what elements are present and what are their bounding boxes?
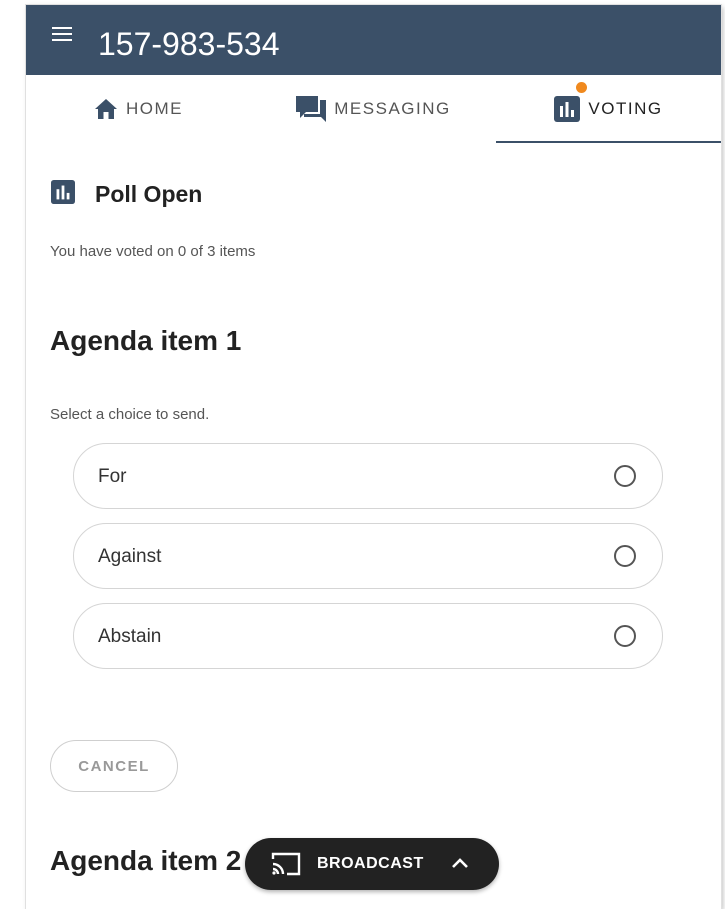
tab-voting-label: VOTING	[588, 99, 663, 118]
choice-against[interactable]: Against	[73, 523, 663, 589]
poll-status-text: Poll Open	[95, 181, 203, 207]
home-icon	[94, 98, 118, 120]
tab-home-label: HOME	[126, 99, 183, 118]
choice-for[interactable]: For	[73, 443, 663, 509]
agenda-item-title: Agenda item 1	[50, 325, 242, 356]
vote-progress-text: You have voted on 0 of 3 items	[50, 243, 256, 260]
cancel-button[interactable]: CANCEL	[50, 740, 178, 792]
broadcast-button[interactable]: BROADCAST	[245, 838, 499, 890]
next-agenda-item-title: Agenda item 2	[50, 845, 242, 876]
tab-messaging-label: MESSAGING	[334, 99, 451, 118]
tab-bar: HOME MESSAGING VOTING	[26, 75, 721, 143]
app-window: 157-983-534 HOME MESSAGING VOTING Poll O…	[26, 5, 721, 909]
choice-label: For	[98, 466, 127, 487]
broadcast-label: BROADCAST	[317, 855, 424, 872]
chevron-up-icon	[451, 856, 469, 874]
chat-icon	[296, 96, 327, 122]
meeting-id-title: 157-983-534	[98, 26, 280, 62]
choice-hint: Select a choice to send.	[50, 406, 210, 423]
cast-icon	[271, 852, 301, 881]
poll-icon	[554, 96, 581, 122]
tab-home[interactable]: HOME	[26, 75, 251, 143]
choice-label: Abstain	[98, 626, 162, 647]
radio-button[interactable]	[614, 545, 636, 567]
poll-status: Poll Open	[51, 180, 202, 209]
tab-voting[interactable]: VOTING	[496, 75, 721, 143]
hamburger-menu-icon[interactable]	[52, 27, 72, 43]
choice-label: Against	[98, 546, 162, 567]
notification-dot	[576, 82, 587, 93]
tab-messaging[interactable]: MESSAGING	[251, 75, 496, 143]
app-header: 157-983-534	[26, 5, 721, 75]
radio-button[interactable]	[614, 465, 636, 487]
radio-button[interactable]	[614, 625, 636, 647]
poll-icon	[51, 180, 75, 209]
choice-abstain[interactable]: Abstain	[73, 603, 663, 669]
active-tab-indicator	[496, 141, 721, 143]
